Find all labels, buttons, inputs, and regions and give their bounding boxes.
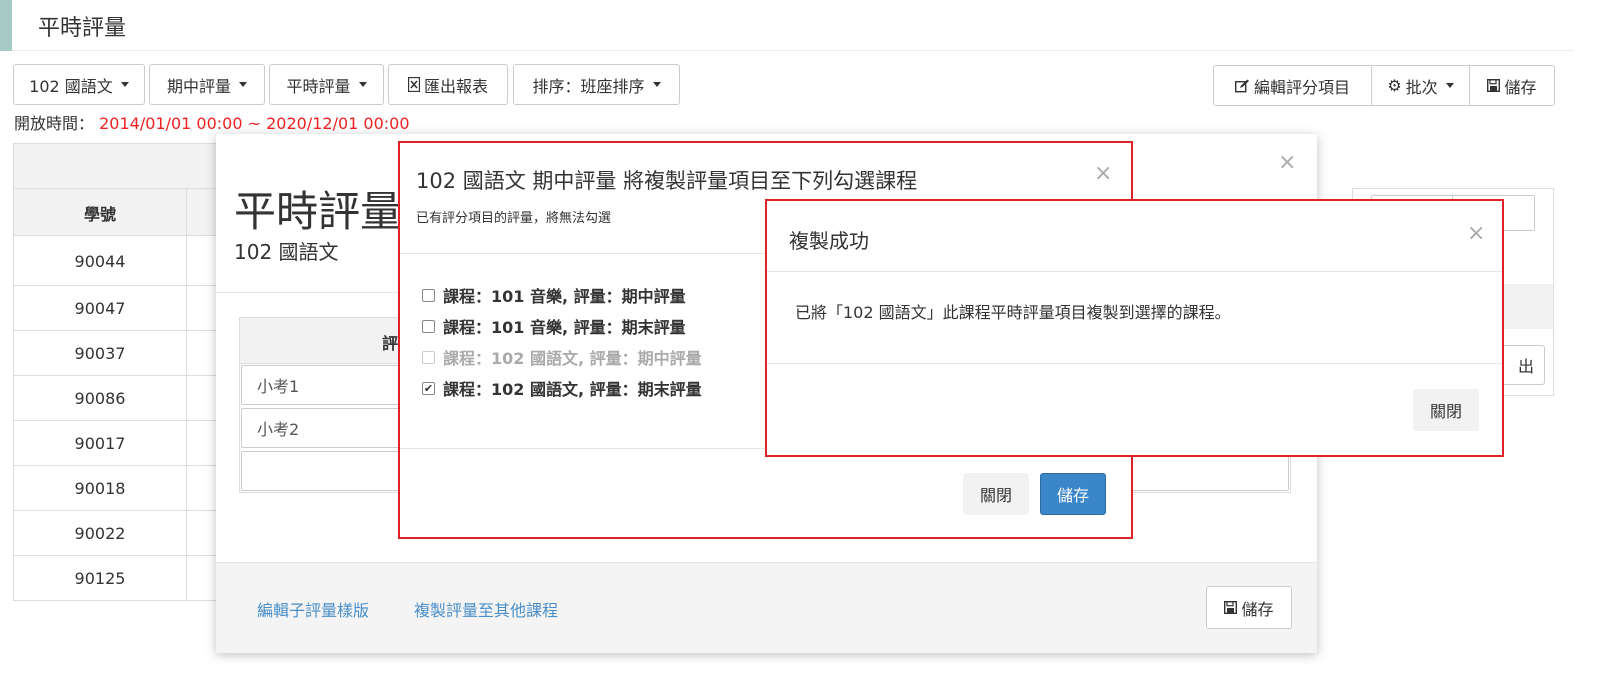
midterm-dropdown[interactable]: 期中評量 [149, 64, 265, 105]
course-option-disabled: 課程：102 國語文, 評量：期中評量 [422, 345, 702, 369]
edit-items-label: 編輯評分項目 [1253, 77, 1350, 97]
close-button[interactable]: 關閉 [963, 473, 1029, 515]
course-option-label: 課程：102 國語文, 評量：期末評量 [443, 380, 702, 399]
course-dropdown-label: 102 國語文 [29, 76, 113, 96]
close-icon[interactable]: × [1094, 161, 1112, 186]
save-label: 儲存 [1504, 77, 1537, 97]
page-header: 平時評量 [0, 0, 1574, 51]
chevron-down-icon [1445, 83, 1454, 88]
copy-to-courses-link[interactable]: 複製評量至其他課程 [414, 597, 558, 621]
chevron-down-icon [652, 82, 661, 87]
checkbox-checked[interactable]: ✔ [422, 381, 435, 395]
sort-dropdown-label: 排序：班座排序 [532, 76, 645, 96]
export-report-label: 匯出報表 [423, 76, 488, 96]
student-id-header: 學號 [14, 189, 187, 236]
checkmark-icon: ✔ [423, 381, 434, 395]
course-option-label: 課程：102 國語文, 評量：期中評量 [443, 349, 702, 368]
floppy-disk-icon [1487, 79, 1501, 92]
batch-dropdown[interactable]: ⚙ 批次 [1371, 65, 1470, 106]
student-id-cell: 90022 [14, 511, 187, 556]
student-id-cell: 90018 [14, 466, 187, 511]
modal-save-label: 儲存 [1241, 599, 1274, 619]
gear-icon: ⚙ [1387, 76, 1402, 95]
checkbox[interactable] [422, 319, 435, 333]
course-option[interactable]: 課程：101 音樂, 評量：期末評量 [422, 314, 686, 338]
close-icon[interactable]: × [1278, 150, 1296, 175]
copy-modal-note: 已有評分項目的評量，將無法勾選 [416, 211, 612, 226]
success-message: 已將「102 國語文」此課程平時評量項目複製到選擇的課程。 [795, 303, 1231, 322]
modal-save-button[interactable]: 儲存 [1206, 586, 1292, 629]
student-id-cell: 90037 [14, 331, 187, 376]
course-option[interactable]: ✔ 課程：102 國語文, 評量：期末評量 [422, 376, 702, 400]
chevron-down-icon [120, 82, 129, 87]
export-report-button[interactable]: 匯出報表 [388, 64, 508, 105]
student-id-cell: 90086 [14, 376, 187, 421]
course-option-label: 課程：101 音樂, 評量：期中評量 [443, 287, 686, 306]
edit-icon [1234, 79, 1249, 92]
chevron-down-icon [358, 82, 367, 87]
page-title: 平時評量 [38, 16, 127, 41]
header-accent-bar [0, 0, 12, 51]
close-button[interactable]: 關閉 [1413, 389, 1479, 431]
checkbox[interactable] [422, 288, 435, 302]
close-icon[interactable]: × [1467, 221, 1485, 246]
checkbox-disabled [422, 350, 435, 364]
course-dropdown[interactable]: 102 國語文 [13, 64, 145, 105]
student-id-cell: 90125 [14, 556, 187, 601]
copy-modal-title: 102 國語文 期中評量 將複製評量項目至下列勾選課程 [416, 169, 918, 193]
excel-file-icon [407, 77, 420, 92]
open-time-label: 開放時間： [14, 114, 95, 133]
copy-success-modal: 複製成功 × 已將「102 國語文」此課程平時評量項目複製到選擇的課程。 關閉 [765, 199, 1504, 457]
divider [767, 363, 1502, 364]
edit-items-button[interactable]: 編輯評分項目 [1213, 65, 1372, 106]
batch-label: 批次 [1405, 77, 1438, 97]
success-modal-title: 複製成功 [789, 229, 869, 253]
modal-title: 平時評量 [234, 187, 403, 236]
midterm-dropdown-label: 期中評量 [166, 76, 231, 96]
regular-dropdown[interactable]: 平時評量 [269, 64, 384, 105]
modal-footer: 編輯子評量樣版 複製評量至其他課程 儲存 [216, 562, 1317, 653]
modal-subtitle: 102 國語文 [234, 240, 339, 264]
items-column-header: 評 [382, 334, 399, 353]
sort-dropdown[interactable]: 排序：班座排序 [513, 64, 680, 105]
course-option[interactable]: 課程：101 音樂, 評量：期中評量 [422, 283, 686, 307]
save-button[interactable]: 儲存 [1040, 473, 1106, 515]
student-id-cell: 90047 [14, 286, 187, 331]
save-button[interactable]: 儲存 [1469, 65, 1555, 106]
floppy-disk-icon [1224, 601, 1238, 614]
regular-dropdown-label: 平時評量 [286, 76, 351, 96]
edit-template-link[interactable]: 編輯子評量樣版 [257, 597, 369, 621]
course-option-label: 課程：101 音樂, 評量：期末評量 [443, 318, 686, 337]
student-id-cell: 90044 [14, 236, 187, 286]
open-time: 開放時間： 2014/01/01 00:00 ~ 2020/12/01 00:0… [14, 110, 410, 134]
action-button-group: 編輯評分項目 ⚙ 批次 儲存 [1213, 65, 1555, 106]
open-time-range: 2014/01/01 00:00 ~ 2020/12/01 00:00 [99, 114, 410, 133]
chevron-down-icon [239, 82, 247, 87]
student-id-cell: 90017 [14, 421, 187, 466]
divider [767, 271, 1502, 272]
